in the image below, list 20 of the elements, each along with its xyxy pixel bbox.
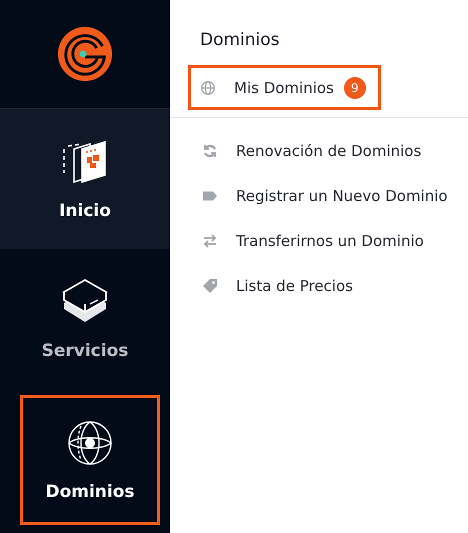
menu-item[interactable]: Lista de Precios (170, 263, 468, 308)
menu-label: Lista de Precios (236, 276, 353, 294)
sidebar-item[interactable]: Servicios (0, 249, 170, 389)
globe-icon (200, 80, 216, 96)
menu-item[interactable]: Registrar un Nuevo Dominio (170, 173, 468, 218)
logo-icon (56, 25, 114, 83)
menu-item[interactable]: Renovación de Dominios (170, 128, 468, 173)
count-badge: 9 (344, 76, 366, 98)
menu-label: Mis Dominios (234, 78, 334, 96)
transfer-icon (202, 232, 218, 248)
sidebar-item[interactable]: Inicio (0, 109, 170, 249)
tag-icon (202, 278, 218, 294)
menu-item[interactable]: Transferirnos un Dominio (170, 218, 468, 263)
panel-title: Dominios (199, 29, 281, 52)
menu-item[interactable]: Mis Dominios 9 (188, 65, 381, 110)
menu-label: Transferirnos un Dominio (236, 232, 424, 250)
menu-label: Registrar un Nuevo Dominio (236, 186, 448, 204)
menu-label: Renovación de Dominios (236, 142, 422, 160)
sidebar-item[interactable]: Dominios (20, 395, 160, 525)
refresh-icon (202, 142, 218, 158)
